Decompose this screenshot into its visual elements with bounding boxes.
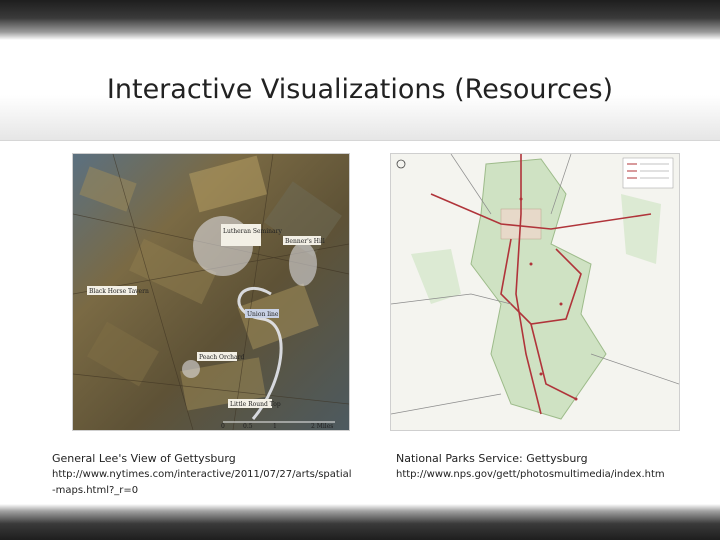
map-label-seminary: Lutheran Seminary (223, 228, 282, 235)
right-caption: National Parks Service: Gettysburg http:… (396, 451, 696, 483)
slide-title: Interactive Visualizations (Resources) (106, 74, 614, 105)
scale-label-0: 0 (221, 423, 225, 430)
left-caption-url[interactable]: http://www.nytimes.com/interactive/2011/… (52, 467, 352, 499)
scale-label-1: 0.5 (243, 423, 253, 430)
nps-park-map-image (390, 153, 680, 431)
left-caption: General Lee's View of Gettysburg http://… (52, 451, 352, 499)
right-caption-url[interactable]: http://www.nps.gov/gett/photosmultimedia… (396, 467, 696, 483)
left-caption-title: General Lee's View of Gettysburg (52, 452, 236, 465)
map-label-union: Union line (247, 311, 279, 318)
bottom-band (0, 504, 720, 540)
scale-label-3: 2 Miles (311, 423, 333, 430)
map-label-round-top: Little Round Top (230, 401, 281, 408)
top-band (0, 0, 720, 40)
map-label-tavern: Black Horse Tavern (89, 288, 149, 295)
map-label-hill: Benner's Hill (285, 238, 325, 245)
map-label-orchard: Peach Orchard (199, 354, 244, 361)
right-caption-title: National Parks Service: Gettysburg (396, 452, 588, 465)
scale-label-2: 1 (273, 423, 277, 430)
lee-view-map-image: Lutheran Seminary Benner's Hill Black Ho… (72, 153, 350, 431)
